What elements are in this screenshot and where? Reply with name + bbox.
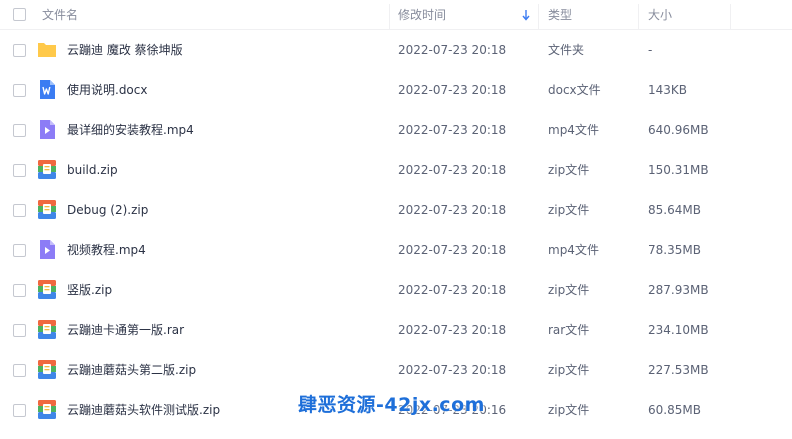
archive-icon bbox=[37, 199, 57, 220]
modified-time: 2022-07-23 20:18 bbox=[398, 283, 507, 297]
file-row[interactable]: 最详细的安装教程.mp4 2022-07-23 20:18 mp4文件 640.96M… bbox=[0, 110, 792, 150]
file-size: 60.85MB bbox=[648, 403, 701, 417]
column-header-size[interactable]: 大小 bbox=[648, 0, 672, 30]
archive-icon bbox=[37, 319, 57, 340]
column-divider[interactable] bbox=[730, 4, 731, 30]
file-name[interactable]: 视频教程.mp4 bbox=[67, 230, 146, 270]
archive-icon bbox=[37, 159, 57, 180]
video-icon bbox=[37, 239, 57, 260]
column-header-time[interactable]: 修改时间 bbox=[398, 0, 446, 30]
row-checkbox[interactable] bbox=[13, 124, 26, 137]
modified-time: 2022-07-23 20:18 bbox=[398, 83, 507, 97]
row-checkbox[interactable] bbox=[13, 84, 26, 97]
file-row[interactable]: 使用说明.docx 2022-07-23 20:18 docx文件 143KB bbox=[0, 70, 792, 110]
file-row[interactable]: 云蹦迪蘑菇头第二版.zip 2022-07-23 20:18 zip文件 227.53… bbox=[0, 350, 792, 390]
file-row[interactable]: build.zip 2022-07-23 20:18 zip文件 150.31MB bbox=[0, 150, 792, 190]
file-type: zip文件 bbox=[548, 283, 590, 297]
file-row[interactable]: 云蹦迪卡通第一版.rar 2022-07-23 20:18 rar文件 234.10M… bbox=[0, 310, 792, 350]
file-row[interactable]: 云蹦迪 魔改 蔡徐坤版 2022-07-23 20:18 文件夹 - bbox=[0, 30, 792, 70]
row-checkbox[interactable] bbox=[13, 324, 26, 337]
file-size: 150.31MB bbox=[648, 163, 709, 177]
archive-icon bbox=[37, 279, 57, 300]
column-header-type[interactable]: 类型 bbox=[548, 0, 572, 30]
file-size: 227.53MB bbox=[648, 363, 709, 377]
file-size: 78.35MB bbox=[648, 243, 701, 257]
modified-time: 2022-07-23 20:18 bbox=[398, 43, 507, 57]
row-checkbox[interactable] bbox=[13, 404, 26, 417]
video-icon bbox=[37, 119, 57, 140]
file-type: zip文件 bbox=[548, 403, 590, 417]
column-divider[interactable] bbox=[638, 4, 639, 30]
row-checkbox[interactable] bbox=[13, 244, 26, 257]
modified-time: 2022-07-23 20:18 bbox=[398, 363, 507, 377]
file-row[interactable]: 竖版.zip 2022-07-23 20:18 zip文件 287.93MB bbox=[0, 270, 792, 310]
archive-icon bbox=[37, 359, 57, 380]
file-type: mp4文件 bbox=[548, 123, 599, 137]
column-divider[interactable] bbox=[538, 4, 539, 30]
file-name[interactable]: Debug (2).zip bbox=[67, 190, 148, 230]
row-checkbox[interactable] bbox=[13, 364, 26, 377]
select-all-checkbox[interactable] bbox=[13, 8, 26, 21]
row-checkbox[interactable] bbox=[13, 44, 26, 57]
row-checkbox[interactable] bbox=[13, 284, 26, 297]
sort-descending-icon[interactable] bbox=[522, 9, 530, 21]
folder-icon bbox=[37, 39, 57, 60]
column-header-name[interactable]: 文件名 bbox=[42, 0, 78, 30]
row-checkbox[interactable] bbox=[13, 164, 26, 177]
modified-time: 2022-07-23 20:18 bbox=[398, 203, 507, 217]
modified-time: 2022-07-23 20:18 bbox=[398, 163, 507, 177]
row-checkbox[interactable] bbox=[13, 204, 26, 217]
file-name[interactable]: 云蹦迪卡通第一版.rar bbox=[67, 310, 184, 350]
file-row[interactable]: Debug (2).zip 2022-07-23 20:18 zip文件 85.64M… bbox=[0, 190, 792, 230]
file-name[interactable]: 竖版.zip bbox=[67, 270, 112, 310]
watermark-text: 肆恶资源-42jx.com bbox=[298, 394, 485, 416]
file-list-header: 文件名 修改时间 类型 大小 bbox=[0, 0, 792, 30]
file-type: mp4文件 bbox=[548, 243, 599, 257]
file-name[interactable]: 云蹦迪蘑菇头软件测试版.zip bbox=[67, 390, 220, 430]
file-size: 234.10MB bbox=[648, 323, 709, 337]
file-name[interactable]: 云蹦迪 魔改 蔡徐坤版 bbox=[67, 30, 183, 70]
file-name[interactable]: 使用说明.docx bbox=[67, 70, 147, 110]
file-type: zip文件 bbox=[548, 203, 590, 217]
file-name[interactable]: build.zip bbox=[67, 150, 118, 190]
file-type: 文件夹 bbox=[548, 43, 585, 57]
file-name[interactable]: 云蹦迪蘑菇头第二版.zip bbox=[67, 350, 196, 390]
file-type: rar文件 bbox=[548, 323, 590, 337]
file-size: 287.93MB bbox=[648, 283, 709, 297]
file-size: 143KB bbox=[648, 83, 688, 97]
file-row[interactable]: 视频教程.mp4 2022-07-23 20:18 mp4文件 78.35MB bbox=[0, 230, 792, 270]
word-doc-icon bbox=[37, 79, 57, 100]
file-size: - bbox=[648, 43, 653, 57]
modified-time: 2022-07-23 20:18 bbox=[398, 323, 507, 337]
file-name[interactable]: 最详细的安装教程.mp4 bbox=[67, 110, 194, 150]
column-divider[interactable] bbox=[389, 4, 390, 30]
file-type: zip文件 bbox=[548, 163, 590, 177]
modified-time: 2022-07-23 20:18 bbox=[398, 243, 507, 257]
modified-time: 2022-07-23 20:18 bbox=[398, 123, 507, 137]
file-size: 85.64MB bbox=[648, 203, 701, 217]
file-type: docx文件 bbox=[548, 83, 601, 97]
file-type: zip文件 bbox=[548, 363, 590, 377]
file-size: 640.96MB bbox=[648, 123, 709, 137]
archive-icon bbox=[37, 399, 57, 420]
